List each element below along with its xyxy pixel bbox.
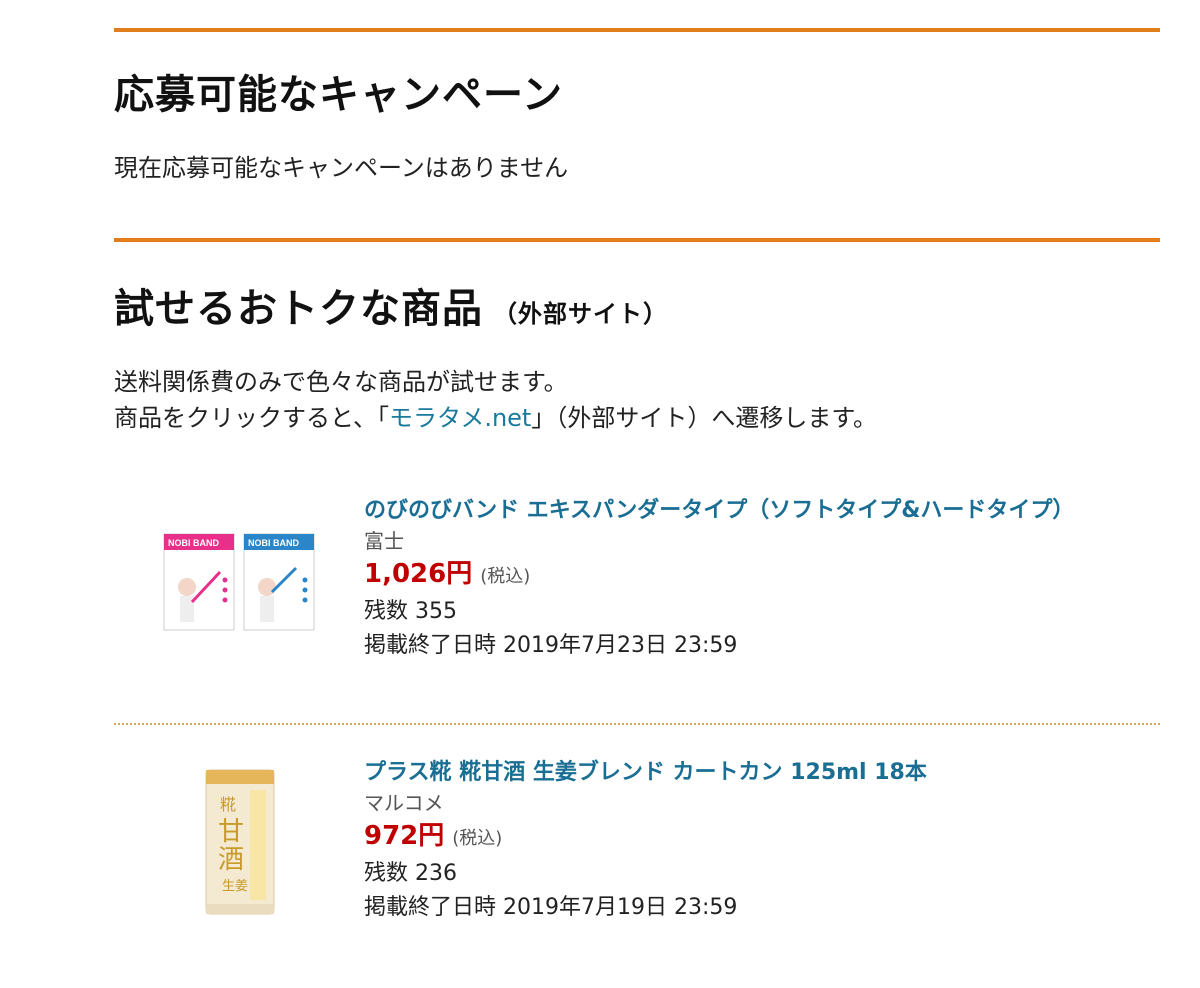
product-image[interactable]: NOBI BAND NOBI BAND (162, 532, 322, 636)
product-maker: マルコメ (364, 791, 444, 815)
campaign-empty-message: 現在応募可能なキャンペーンはありません (114, 154, 569, 182)
product-name[interactable]: プラス糀 糀甘酒 生姜ブレンド カートカン 125ml 18本 (364, 758, 1084, 788)
moratame-link[interactable]: モラタメ.net (389, 404, 531, 432)
item-divider (114, 723, 1160, 725)
section-divider (114, 28, 1160, 32)
product-stock: 残数 236 (364, 861, 457, 886)
product-name[interactable]: のびのびバンド エキスパンダータイプ（ソフトタイプ&ハードタイプ） (364, 496, 1084, 526)
trial-heading-suffix: （外部サイト） (493, 300, 668, 328)
campaign-heading: 応募可能なキャンペーン (114, 72, 563, 118)
svg-text:酒: 酒 (218, 845, 244, 875)
product-end-date: 掲載終了日時 2019年7月19日 23:59 (364, 895, 738, 920)
product-thumbnail-amazake: 糀 甘 酒 生姜 (205, 769, 275, 915)
product-thumbnail-nobiband: NOBI BAND NOBI BAND (163, 533, 315, 631)
trial-description-line2: 商品をクリックすると、「モラタメ.net」（外部サイト）へ遷移します。 (114, 404, 877, 432)
trial-description-line1: 送料関係費のみで色々な商品が試せます。 (114, 368, 568, 396)
tax-label: (税込) (480, 566, 531, 587)
svg-text:NOBI BAND: NOBI BAND (248, 538, 299, 548)
product-maker: 富士 (364, 529, 404, 553)
product-price: 972円 (税込) (364, 821, 503, 851)
svg-text:甘: 甘 (218, 817, 244, 847)
product-info: のびのびバンド エキスパンダータイプ（ソフトタイプ&ハードタイプ） 富士 1,0… (364, 496, 1084, 663)
product-image[interactable]: 糀 甘 酒 生姜 (200, 766, 280, 922)
tax-label: (税込) (452, 828, 503, 849)
product-info: プラス糀 糀甘酒 生姜ブレンド カートカン 125ml 18本 マルコメ 972… (364, 758, 1084, 925)
product-stock: 残数 355 (364, 599, 457, 624)
svg-text:糀: 糀 (220, 795, 236, 814)
product-item[interactable]: NOBI BAND NOBI BAND のびのびバンド エキスパンダータイプ（ソ… (114, 496, 1160, 728)
product-end-date: 掲載終了日時 2019年7月23日 23:59 (364, 633, 738, 658)
svg-text:生姜: 生姜 (222, 879, 248, 894)
svg-text:NOBI BAND: NOBI BAND (168, 538, 219, 548)
product-item[interactable]: 糀 甘 酒 生姜 プラス糀 糀甘酒 生姜ブレンド カートカン 125ml 18本… (114, 756, 1160, 988)
section-divider (114, 238, 1160, 242)
trial-heading-title: 試せるおトクな商品 (114, 286, 483, 332)
product-price: 1,026円 (税込) (364, 559, 531, 589)
trial-heading: 試せるおトクな商品 （外部サイト） (114, 276, 668, 334)
trial-description: 送料関係費のみで色々な商品が試せます。 商品をクリックすると、「モラタメ.net… (114, 364, 1160, 436)
